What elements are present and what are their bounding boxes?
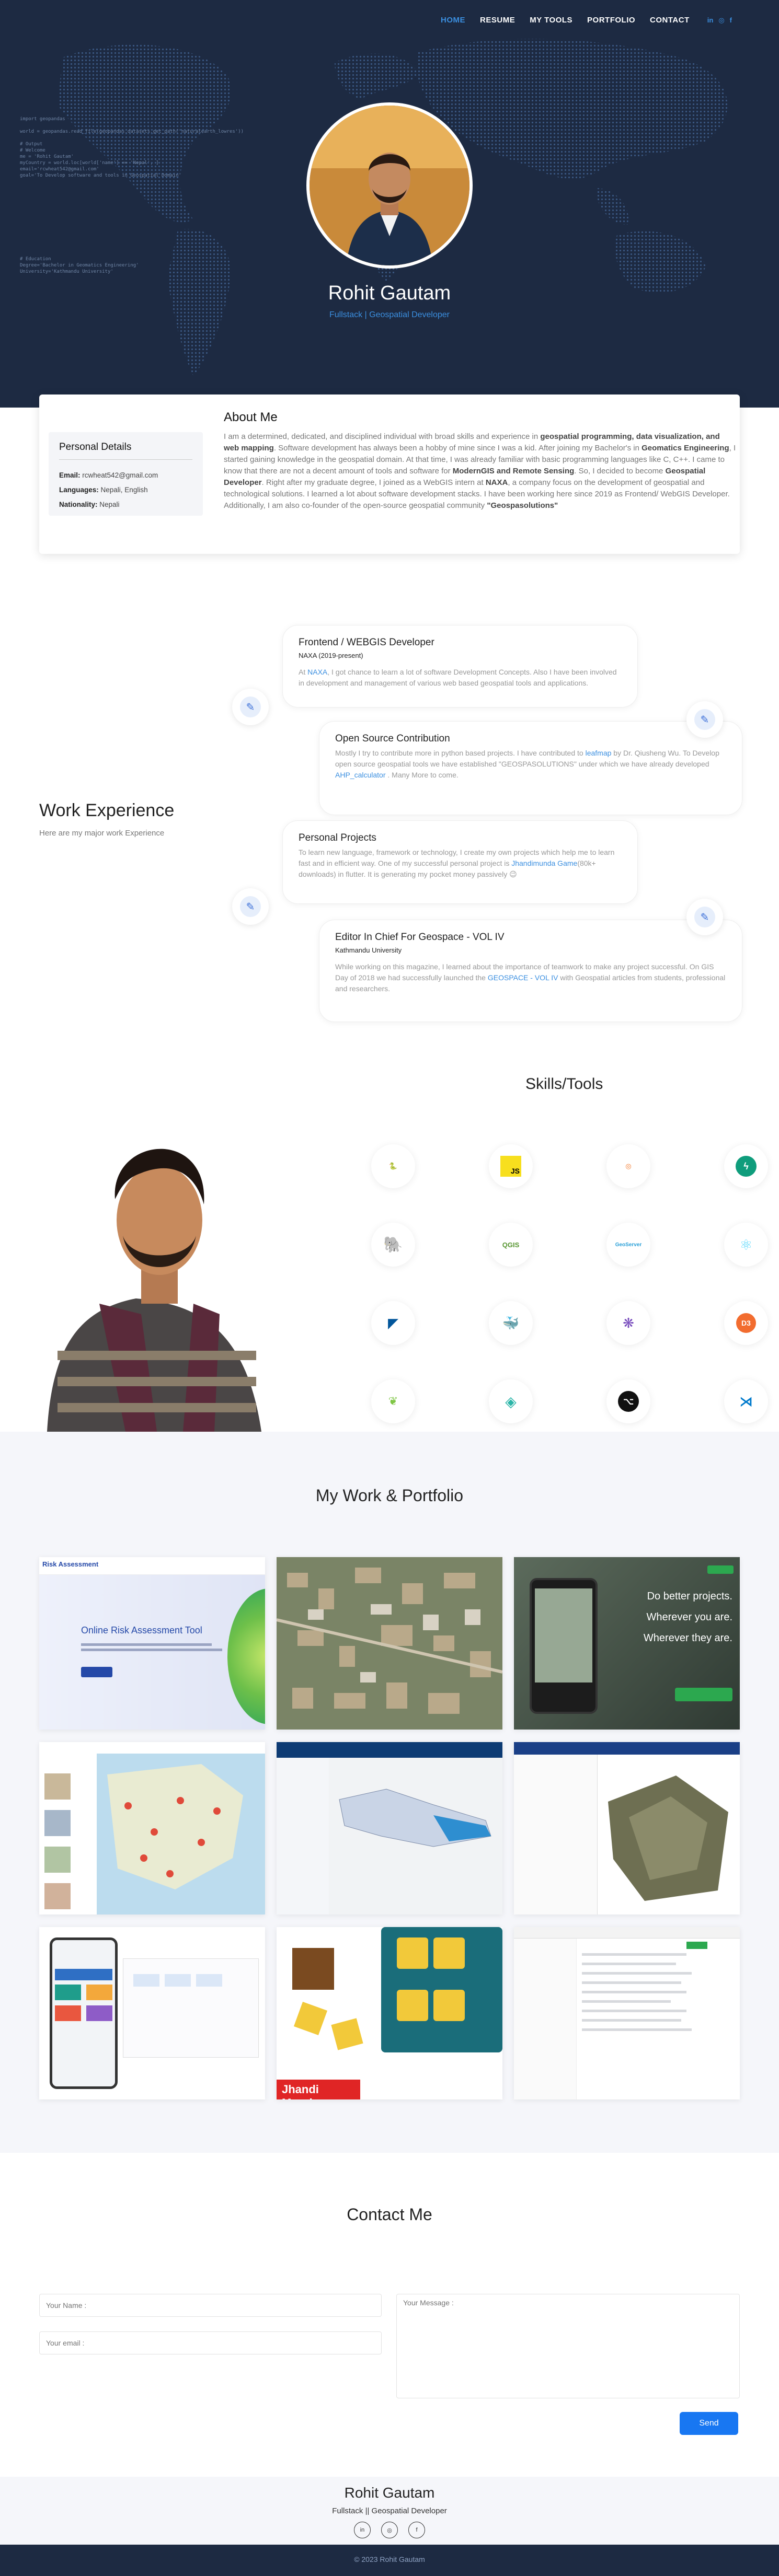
pen-icon: ✎ bbox=[240, 896, 261, 917]
copyright-text: © 2023 Rohit Gautam bbox=[354, 2555, 425, 2563]
portfolio-item-map-collection[interactable] bbox=[39, 1742, 265, 1914]
skill-qgis-icon: QGIS bbox=[489, 1223, 533, 1267]
work-item-opensource: Open Source Contribution Mostly I try to… bbox=[319, 721, 742, 815]
pen-icon: ✎ bbox=[694, 709, 715, 730]
work-item-text: While working on this magazine, I learne… bbox=[335, 962, 726, 993]
languages-value: Nepali, English bbox=[100, 486, 148, 494]
email-value[interactable]: rcwheat542@gmail.com bbox=[82, 471, 158, 479]
languages-label: Languages: bbox=[59, 486, 99, 494]
portfolio-title: My Work & Portfolio bbox=[315, 1486, 464, 1505]
portfolio-item-mobile[interactable]: Do better projects. Wherever you are. Wh… bbox=[514, 1557, 740, 1730]
portfolio-item-jhandimunda[interactable]: Jhandi Munda bbox=[277, 1927, 502, 2099]
footer-instagram-icon[interactable]: ◎ bbox=[381, 2522, 398, 2538]
name-input[interactable] bbox=[39, 2294, 382, 2317]
nav-my-tools[interactable]: MY TOOLS bbox=[530, 16, 572, 25]
profile-photo bbox=[37, 1105, 267, 1432]
skill-flutter-icon: ◤ bbox=[371, 1301, 415, 1345]
nav-home[interactable]: HOME bbox=[441, 16, 465, 25]
footer-linkedin-icon[interactable]: in bbox=[354, 2522, 371, 2538]
footer-facebook-icon[interactable]: f bbox=[408, 2522, 425, 2538]
risk-logo-text: Risk Assessment bbox=[42, 1560, 99, 1568]
work-item-title: Personal Projects bbox=[299, 832, 376, 843]
work-item-text: To learn new language, framework or tech… bbox=[299, 848, 615, 878]
footer-name: Rohit Gautam bbox=[344, 2485, 435, 2501]
nav-resume[interactable]: RESUME bbox=[480, 16, 515, 25]
work-bubble-4: ✎ bbox=[686, 899, 723, 935]
nationality-label: Nationality: bbox=[59, 501, 98, 508]
skill-leaflet-icon: ❦ bbox=[371, 1379, 415, 1423]
top-navigation: HOME RESUME MY TOOLS PORTFOLIO CONTACT i… bbox=[441, 16, 732, 25]
skill-mapbox-icon: ◈ bbox=[489, 1379, 533, 1423]
mobile-tagline-3: Wherever they are. bbox=[643, 1632, 732, 1644]
work-item-title: Frontend / WEBGIS Developer bbox=[299, 637, 434, 648]
about-title: About Me bbox=[224, 410, 278, 424]
work-item-org: Kathmandu University bbox=[335, 946, 402, 954]
portfolio-item-file-manager[interactable] bbox=[514, 1927, 740, 2099]
footer-subtitle: Fullstack || Geospatial Developer bbox=[332, 2507, 447, 2515]
code-snippet-education: # Education Degree='Bachelor in Geomatic… bbox=[20, 257, 139, 274]
pen-icon: ✎ bbox=[240, 697, 261, 717]
risk-heading: Online Risk Assessment Tool bbox=[81, 1625, 202, 1635]
portfolio-item-risk[interactable]: Risk Assessment Online Risk Assessment T… bbox=[39, 1557, 265, 1730]
personal-details-heading: Personal Details bbox=[59, 442, 192, 460]
send-button[interactable]: Send bbox=[680, 2412, 738, 2435]
skill-github-icon: ⌥ bbox=[606, 1379, 650, 1423]
portfolio-item-3d-terrain[interactable] bbox=[514, 1742, 740, 1914]
work-item-text: Mostly I try to contribute more in pytho… bbox=[335, 749, 719, 779]
nav-portfolio[interactable]: PORTFOLIO bbox=[587, 16, 635, 25]
skill-django-icon: D3 bbox=[724, 1301, 768, 1345]
portfolio-item-nepal-map[interactable] bbox=[277, 1742, 502, 1914]
personal-details: Personal Details Email: rcwheat542@gmail… bbox=[49, 432, 203, 516]
mobile-tagline-2: Wherever you are. bbox=[646, 1611, 732, 1623]
hero-name: Rohit Gautam bbox=[328, 282, 451, 304]
naxa-link[interactable]: NAXA bbox=[307, 668, 327, 676]
work-item-text: At NAXA, I got chance to learn a lot of … bbox=[299, 668, 617, 687]
ahp-calculator-link[interactable]: AHP_calculator bbox=[335, 771, 386, 779]
portfolio-item-aerial[interactable] bbox=[277, 1557, 502, 1730]
facebook-icon[interactable]: f bbox=[730, 16, 732, 25]
leafmap-link[interactable]: leafmap bbox=[586, 749, 612, 757]
message-textarea[interactable] bbox=[396, 2294, 740, 2398]
skill-python-icon: 🐍 bbox=[371, 1144, 415, 1188]
jhandimunda-link[interactable]: Jhandimunda Game bbox=[511, 859, 577, 867]
pen-icon: ✎ bbox=[694, 907, 715, 927]
work-item-personal: Personal Projects To learn new language,… bbox=[282, 820, 638, 904]
skills-title: Skills/Tools bbox=[525, 1075, 603, 1093]
skill-redux-icon: ❋ bbox=[606, 1301, 650, 1345]
work-bubble-1: ✎ bbox=[232, 689, 269, 725]
skill-js-icon: JS bbox=[489, 1144, 533, 1188]
skill-geoserver-icon: GeoServer bbox=[606, 1223, 650, 1267]
work-item-org: NAXA (2019-present) bbox=[299, 652, 363, 659]
hero-subtitle: Fullstack | Geospatial Developer bbox=[329, 310, 450, 319]
email-input[interactable] bbox=[39, 2331, 382, 2354]
work-item-title: Editor In Chief For Geospace - VOL IV bbox=[335, 932, 505, 943]
portfolio-item-dashboard[interactable] bbox=[39, 1927, 265, 2099]
email-label: Email: bbox=[59, 471, 81, 479]
mobile-tagline-1: Do better projects. bbox=[647, 1591, 732, 1602]
skill-react-icon: ⚛ bbox=[724, 1223, 768, 1267]
work-item-geospace: Editor In Chief For Geospace - VOL IV Ka… bbox=[319, 920, 742, 1022]
about-card: Personal Details Email: rcwheat542@gmail… bbox=[39, 394, 740, 554]
geospace-link[interactable]: GEOSPACE - VOL IV bbox=[488, 973, 558, 982]
instagram-icon[interactable]: ◎ bbox=[718, 16, 724, 25]
linkedin-icon[interactable]: in bbox=[707, 16, 714, 25]
skill-vercel-icon: ϟ bbox=[724, 1144, 768, 1188]
work-item-naxa: Frontend / WEBGIS Developer NAXA (2019-p… bbox=[282, 625, 638, 707]
jhandimunda-banner: Jhandi Munda bbox=[277, 2080, 360, 2099]
work-experience-title: Work Experience bbox=[39, 800, 175, 820]
skill-docker-icon: 🐳 bbox=[489, 1301, 533, 1345]
nationality-value: Nepali bbox=[99, 501, 120, 508]
contact-title: Contact Me bbox=[347, 2205, 432, 2224]
skill-vscode-icon: ⋊ bbox=[724, 1379, 768, 1423]
profile-avatar bbox=[306, 102, 473, 269]
code-snippet: import geopandas world = geopandas.read_… bbox=[20, 117, 244, 178]
work-experience-subtitle: Here are my major work Experience bbox=[39, 829, 165, 838]
work-bubble-2: ✎ bbox=[686, 701, 723, 738]
skill-postgresql-icon: 🐘 bbox=[371, 1223, 415, 1267]
work-bubble-3: ✎ bbox=[232, 888, 269, 925]
skill-jupyter-icon: ◎ bbox=[606, 1144, 650, 1188]
nav-contact[interactable]: CONTACT bbox=[650, 16, 690, 25]
about-text: I am a determined, dedicated, and discip… bbox=[224, 432, 736, 510]
work-item-title: Open Source Contribution bbox=[335, 733, 450, 744]
